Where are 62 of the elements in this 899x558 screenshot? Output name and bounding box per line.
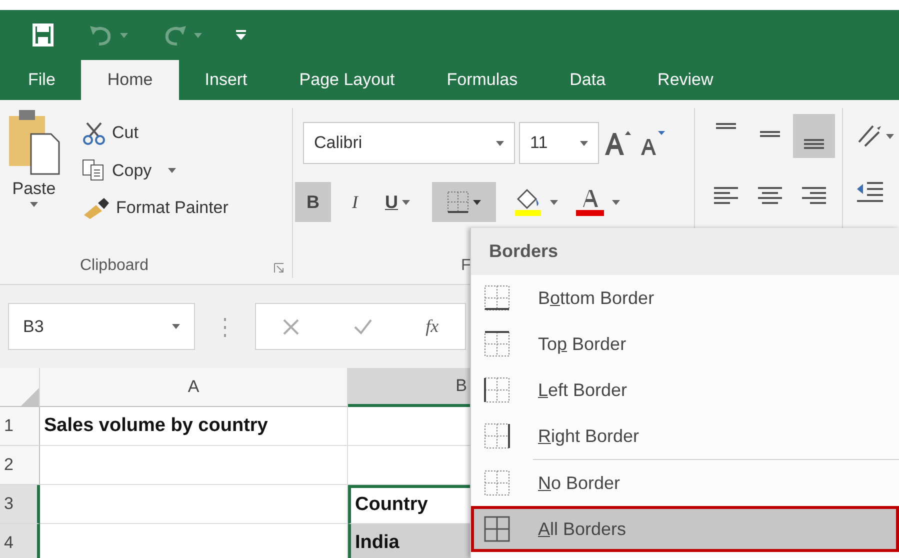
caret-icon[interactable] xyxy=(550,200,558,204)
paste-icon xyxy=(7,108,61,176)
ribbon-tab[interactable]: Page Layout xyxy=(273,60,421,100)
table-cell: Sales volume by country xyxy=(40,407,348,446)
cut-button[interactable]: Cut xyxy=(78,118,232,148)
grow-font-icon[interactable] xyxy=(603,129,633,157)
insert-function-button[interactable]: fx xyxy=(426,313,439,340)
paste-button[interactable]: Paste xyxy=(0,108,68,222)
menu-heading: Borders xyxy=(471,228,899,275)
caret-icon[interactable] xyxy=(402,200,410,204)
column-header[interactable]: A xyxy=(40,368,348,407)
copy-icon xyxy=(82,159,106,182)
border-grid-icon xyxy=(447,191,469,213)
font-size-field[interactable]: 11 xyxy=(519,122,599,164)
font-style-button[interactable]: U xyxy=(379,182,416,222)
font-style-button[interactable]: B xyxy=(295,182,331,222)
scissors-icon xyxy=(82,120,106,145)
ribbon-tab[interactable]: Review xyxy=(632,60,740,100)
copy-button[interactable]: Copy xyxy=(78,156,232,185)
border-bottom-icon xyxy=(484,285,510,311)
caret-icon[interactable] xyxy=(473,200,481,204)
border-none-icon xyxy=(484,470,510,496)
font-color-icon[interactable] xyxy=(574,187,606,217)
format-painter-button[interactable]: Format Painter xyxy=(78,193,232,222)
font-style-button[interactable]: I xyxy=(337,182,373,222)
caret-icon[interactable] xyxy=(612,200,620,204)
launcher-icon[interactable] xyxy=(274,263,284,273)
border-left-icon xyxy=(484,377,510,403)
decrease-indent-icon[interactable] xyxy=(855,180,885,204)
menu-item[interactable]: Top Border xyxy=(471,321,899,367)
menu-item[interactable]: Right Border xyxy=(471,413,899,459)
group-label: F xyxy=(461,256,471,276)
row-header[interactable]: 2 xyxy=(0,446,40,485)
ribbon-tab[interactable]: Home xyxy=(81,60,179,100)
fill-color-icon[interactable] xyxy=(512,187,544,217)
group-label: Clipboard xyxy=(80,256,148,276)
ribbon-tab[interactable]: Formulas xyxy=(420,60,544,100)
check-icon[interactable] xyxy=(352,318,373,336)
caret-icon[interactable] xyxy=(496,140,504,146)
caret-icon[interactable] xyxy=(172,324,180,329)
menu-item[interactable]: All Borders xyxy=(471,506,899,552)
ribbon-tab[interactable]: Insert xyxy=(178,60,274,100)
caret-icon[interactable] xyxy=(886,134,894,138)
font-name-field[interactable]: Calibri xyxy=(303,122,515,164)
save-icon[interactable] xyxy=(32,23,54,47)
caret-icon[interactable] xyxy=(580,140,588,146)
borders-button[interactable] xyxy=(432,182,496,222)
border-top-icon xyxy=(484,331,510,357)
customize-icon[interactable] xyxy=(236,29,246,41)
ribbon-tab[interactable]: Data xyxy=(544,60,632,100)
border-all-icon xyxy=(484,516,510,542)
drag-handle-icon[interactable] xyxy=(223,316,227,338)
row-header[interactable]: 3 xyxy=(0,485,40,524)
brush-icon xyxy=(82,196,110,219)
row-header[interactable]: 4 xyxy=(0,524,40,558)
menu-item[interactable]: Bottom Border xyxy=(471,275,899,321)
caret-icon[interactable] xyxy=(30,202,38,206)
ribbon-tab[interactable]: File xyxy=(2,60,82,100)
caret-icon[interactable] xyxy=(168,168,176,173)
name-box[interactable]: B3 xyxy=(8,303,195,350)
row-header[interactable]: 1 xyxy=(0,407,40,446)
border-right-icon xyxy=(484,423,510,449)
